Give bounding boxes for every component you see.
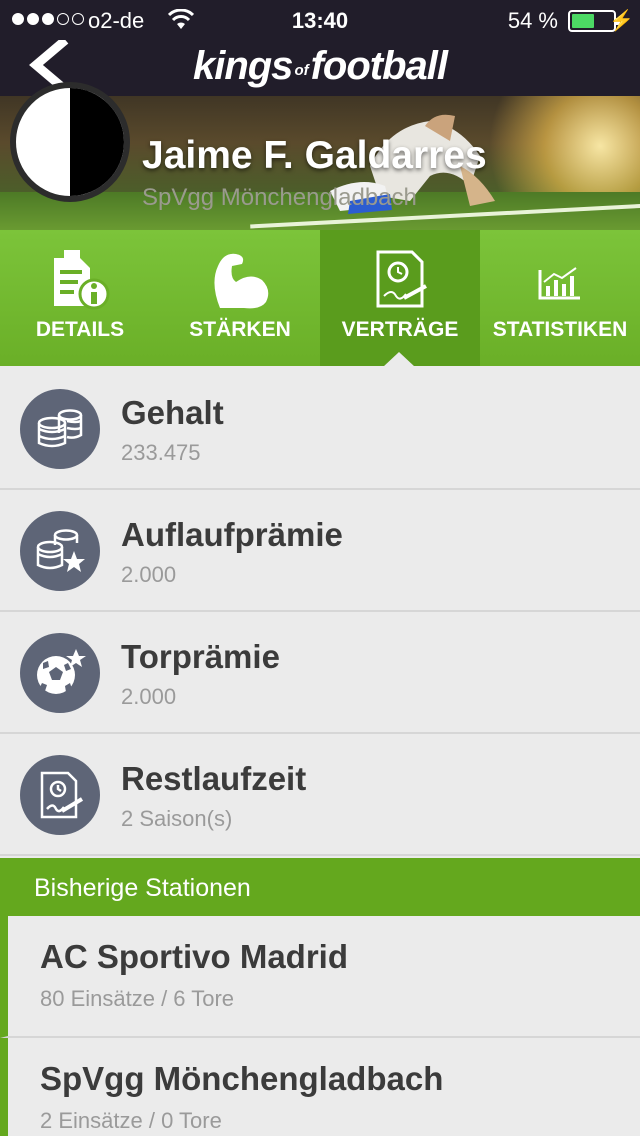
contract-title: Restlaufzeit (121, 760, 307, 797)
top-bar: o2-de 13:40 54 % ⚡ kings offootball (0, 0, 640, 96)
club-crest (10, 82, 130, 202)
contract-row-gehalt: Gehalt 233.475 (0, 368, 640, 490)
contract-clock-icon (20, 755, 100, 835)
player-club: SpVgg Mönchengladbach (142, 184, 417, 211)
statistics-icon (538, 267, 580, 300)
active-tab-indicator (383, 352, 415, 367)
muscle-icon (214, 253, 269, 309)
contract-icon (376, 250, 427, 308)
tab-label: VERTRÄGE (341, 318, 459, 341)
app-logo: kings offootball (192, 44, 448, 88)
battery-percentage: 54 % (507, 8, 558, 33)
ball-star-icon (20, 633, 100, 713)
station-stats: 80 Einsätze / 6 Tore (40, 986, 235, 1011)
player-name: Jaime F. Galdarres (142, 134, 487, 177)
coins-star-icon (20, 511, 100, 591)
status-bar: o2-de 13:40 54 % ⚡ (0, 0, 640, 40)
station-club: AC Sportivo Madrid (40, 938, 349, 975)
tab-label: DETAILS (35, 318, 125, 341)
tab-statistiken[interactable]: STATISTIKEN (480, 230, 640, 366)
contract-value: 2.000 (121, 562, 177, 587)
tab-bar: DETAILS STÄRKEN VERTRÄGE STATISTIKEN (0, 230, 640, 366)
contract-title: Auflaufprämie (121, 516, 343, 553)
coins-icon (20, 389, 100, 469)
contract-value: 2.000 (121, 684, 177, 709)
station-item[interactable]: SpVgg Mönchengladbach 2 Einsätze / 0 Tor… (0, 1038, 640, 1136)
tab-vertraege[interactable]: VERTRÄGE (320, 230, 480, 366)
tab-label: STÄRKEN (189, 318, 291, 341)
stations-header: Bisherige Stationen (0, 858, 640, 916)
contract-row-restlaufzeit: Restlaufzeit 2 Saison(s) (0, 734, 640, 856)
contract-value: 2 Saison(s) (121, 806, 233, 831)
tab-details[interactable]: DETAILS (0, 230, 160, 366)
contract-value: 233.475 (121, 440, 201, 465)
contract-row-torpraemie: Torprämie 2.000 (0, 612, 640, 734)
contract-title: Torprämie (121, 638, 280, 675)
stations-list: AC Sportivo Madrid 80 Einsätze / 6 Tore … (0, 916, 640, 1136)
contract-list: Gehalt 233.475 Auflaufprämie 2.000 Torpr… (0, 368, 640, 856)
details-icon (54, 250, 110, 310)
station-item[interactable]: AC Sportivo Madrid 80 Einsätze / 6 Tore (0, 916, 640, 1038)
charging-icon: ⚡ (609, 10, 634, 32)
tab-label: STATISTIKEN (492, 318, 628, 341)
contract-title: Gehalt (121, 394, 224, 431)
station-club: SpVgg Mönchengladbach (40, 1060, 444, 1097)
contract-row-auflaufpraemie: Auflaufprämie 2.000 (0, 490, 640, 612)
tab-staerken[interactable]: STÄRKEN (160, 230, 320, 366)
station-stats: 2 Einsätze / 0 Tore (40, 1108, 222, 1133)
